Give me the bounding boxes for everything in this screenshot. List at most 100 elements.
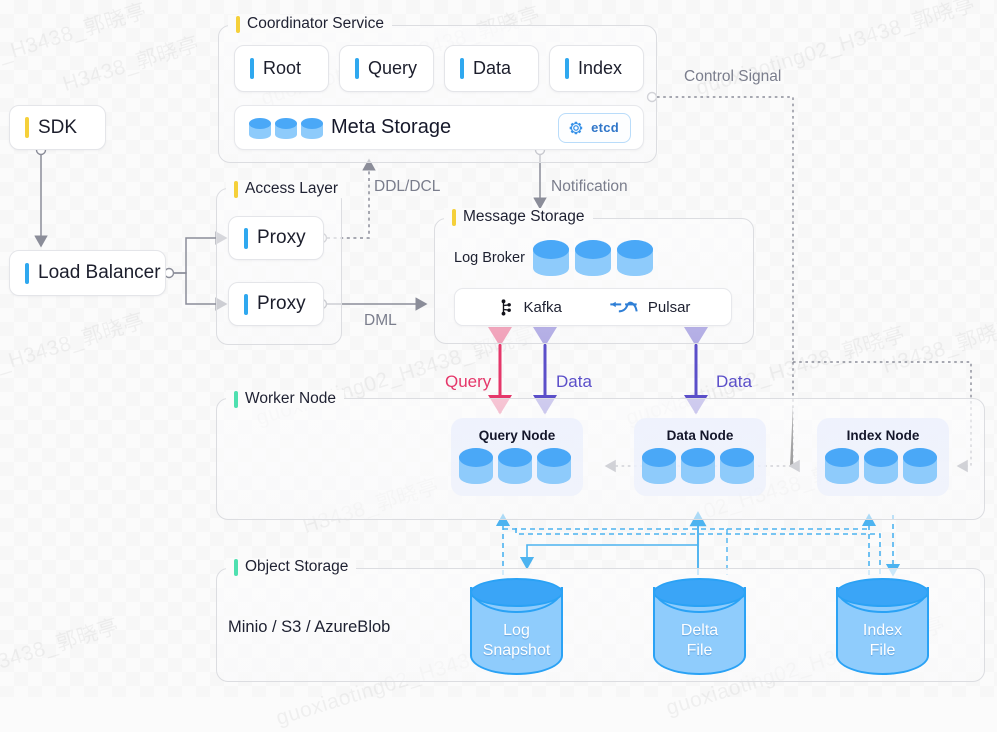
meta-storage-cylinders bbox=[249, 118, 323, 139]
object-store-index-file[interactable]: Index File bbox=[836, 578, 929, 675]
accent-bar bbox=[234, 390, 238, 408]
label-line-1: Index bbox=[862, 622, 903, 640]
edge-label-notification: Notification bbox=[551, 178, 628, 195]
pulsar-label: Pulsar bbox=[647, 298, 691, 316]
watermark: H3438_郭晓亭 bbox=[0, 614, 122, 679]
worker-node-title-text: Worker Node bbox=[245, 390, 337, 407]
watermark: 02_H3438_郭晓亭 bbox=[0, 0, 150, 74]
cylinder-icon bbox=[498, 448, 532, 484]
message-storage-title: Message Storage bbox=[444, 208, 593, 226]
index-node-cylinders bbox=[825, 448, 937, 484]
sdk-label: SDK bbox=[38, 116, 78, 138]
access-layer-title-text: Access Layer bbox=[245, 180, 339, 197]
label-line-1: Log bbox=[503, 622, 530, 640]
cylinder-icon bbox=[864, 448, 898, 484]
coord-card-root[interactable]: Root bbox=[234, 45, 329, 92]
watermark: H3438_郭晓亭 bbox=[880, 314, 997, 379]
broker-strip[interactable]: Kafka Pulsar bbox=[454, 288, 732, 326]
label-line-2: Snapshot bbox=[482, 642, 551, 660]
label-line-1: Delta bbox=[680, 622, 719, 640]
coordinator-service-title: Coordinator Service bbox=[228, 15, 392, 33]
cylinder-lid bbox=[836, 578, 929, 608]
pulsar-icon bbox=[610, 301, 638, 312]
cylinder-icon bbox=[459, 448, 493, 484]
coordinator-service-title-text: Coordinator Service bbox=[247, 15, 384, 32]
edge-label-data-2: Data bbox=[716, 372, 752, 391]
proxy-label: Proxy bbox=[257, 227, 306, 248]
object-store-label: Delta File bbox=[653, 621, 746, 661]
cylinder-icon bbox=[825, 448, 859, 484]
load-balancer-card[interactable]: Load Balancer bbox=[9, 250, 166, 296]
label-line-2: File bbox=[686, 642, 713, 660]
meta-storage-strip[interactable]: Meta Storage etcd bbox=[234, 105, 644, 150]
object-store-label: Index File bbox=[836, 621, 929, 661]
watermark: 02_H3438_郭晓亭 bbox=[0, 309, 148, 384]
proxy-card-2[interactable]: Proxy bbox=[228, 282, 324, 326]
cylinder-icon bbox=[537, 448, 571, 484]
object-store-delta-file[interactable]: Delta File bbox=[653, 578, 746, 675]
object-storage-title-text: Object Storage bbox=[245, 558, 349, 575]
cylinder-icon bbox=[533, 240, 569, 276]
edge-label-ddl-dcl: DDL/DCL bbox=[374, 178, 441, 195]
object-storage-providers-label: Minio / S3 / AzureBlob bbox=[228, 618, 391, 636]
cylinder-icon bbox=[617, 240, 653, 276]
load-balancer-label: Load Balancer bbox=[38, 262, 161, 283]
data-node-cylinders bbox=[642, 448, 754, 484]
accent-bar bbox=[452, 208, 456, 226]
data-node-label: Data Node bbox=[666, 428, 734, 443]
accent-bar bbox=[565, 58, 569, 79]
etcd-label: etcd bbox=[591, 120, 619, 135]
kafka-icon bbox=[501, 298, 511, 316]
accent-bar bbox=[244, 227, 248, 249]
log-broker-label: Log Broker bbox=[454, 250, 525, 266]
log-broker-cylinders bbox=[533, 240, 653, 276]
index-node-label: Index Node bbox=[846, 428, 920, 443]
edge-label-data-1: Data bbox=[556, 372, 592, 391]
accent-bar bbox=[460, 58, 464, 79]
etcd-badge[interactable]: etcd bbox=[558, 112, 631, 143]
accent-bar bbox=[244, 293, 248, 315]
cylinder-icon bbox=[301, 118, 323, 139]
accent-bar bbox=[250, 58, 254, 79]
edge-label-dml: DML bbox=[364, 312, 397, 329]
message-storage-title-text: Message Storage bbox=[463, 208, 585, 225]
proxy-card-1[interactable]: Proxy bbox=[228, 216, 324, 260]
coord-label: Root bbox=[263, 58, 302, 78]
edge-label-query: Query bbox=[445, 372, 492, 391]
watermark: guoxiaoting02_H3438_郭晓亭 bbox=[693, 0, 978, 100]
cylinder-icon bbox=[275, 118, 297, 139]
coord-label: Index bbox=[578, 58, 623, 78]
cylinder-lid bbox=[470, 578, 563, 608]
coord-card-index[interactable]: Index bbox=[549, 45, 644, 92]
sdk-card[interactable]: SDK bbox=[9, 105, 106, 150]
coord-card-data[interactable]: Data bbox=[444, 45, 539, 92]
cylinder-icon bbox=[642, 448, 676, 484]
meta-storage-label: Meta Storage bbox=[331, 116, 452, 138]
query-node-cylinders bbox=[459, 448, 571, 484]
cylinder-lid bbox=[653, 578, 746, 608]
kafka-item[interactable]: Kafka bbox=[496, 298, 562, 317]
cylinder-icon bbox=[575, 240, 611, 276]
coord-label: Query bbox=[368, 58, 418, 78]
object-storage-title: Object Storage bbox=[226, 558, 357, 576]
cylinder-icon bbox=[903, 448, 937, 484]
label-line-2: File bbox=[869, 642, 896, 660]
kafka-label: Kafka bbox=[523, 298, 562, 316]
accent-bar bbox=[25, 117, 29, 138]
coord-label: Data bbox=[473, 58, 512, 78]
object-store-log-snapshot[interactable]: Log Snapshot bbox=[470, 578, 563, 675]
worker-node-title: Worker Node bbox=[226, 390, 345, 408]
object-store-label: Log Snapshot bbox=[470, 621, 563, 661]
accent-bar bbox=[355, 58, 359, 79]
coord-card-query[interactable]: Query bbox=[339, 45, 434, 92]
cylinder-icon bbox=[681, 448, 715, 484]
pulsar-item[interactable]: Pulsar bbox=[608, 298, 691, 317]
cylinder-icon bbox=[720, 448, 754, 484]
query-node-label: Query Node bbox=[478, 428, 556, 443]
watermark: H3438_郭晓亭 bbox=[60, 32, 202, 97]
cylinder-icon bbox=[249, 118, 271, 139]
gear-icon bbox=[569, 121, 583, 134]
accent-bar bbox=[236, 15, 240, 33]
accent-bar bbox=[234, 558, 238, 576]
accent-bar bbox=[234, 180, 238, 198]
